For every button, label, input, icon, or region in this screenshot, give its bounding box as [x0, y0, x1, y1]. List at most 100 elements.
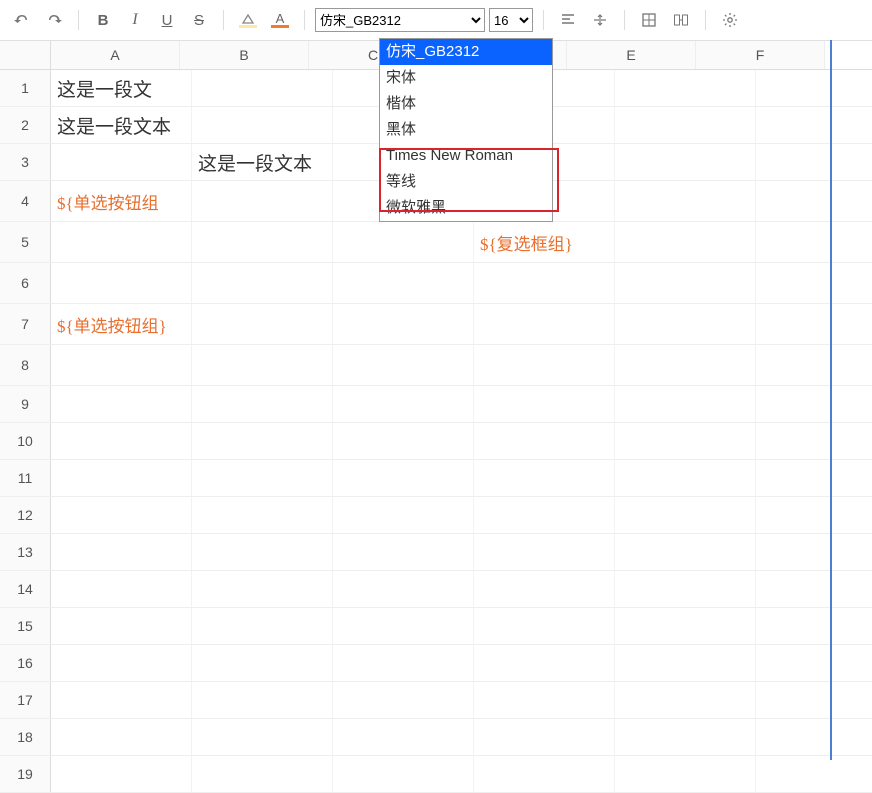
undo-button[interactable] — [8, 6, 36, 34]
column-header-A[interactable]: A — [51, 41, 180, 69]
cell-B13[interactable] — [192, 534, 333, 570]
cell-D11[interactable] — [474, 460, 615, 496]
cell-F13[interactable] — [756, 534, 872, 570]
row-header-17[interactable]: 17 — [0, 682, 51, 718]
cell-E17[interactable] — [615, 682, 756, 718]
cell-A4[interactable]: ${单选按钮组 — [51, 181, 192, 221]
row-header-1[interactable]: 1 — [0, 70, 51, 106]
cell-A13[interactable] — [51, 534, 192, 570]
align-vertical-button[interactable] — [586, 6, 614, 34]
row-header-10[interactable]: 10 — [0, 423, 51, 459]
cell-D7[interactable] — [474, 304, 615, 344]
cell-E7[interactable] — [615, 304, 756, 344]
align-left-button[interactable] — [554, 6, 582, 34]
cell-E11[interactable] — [615, 460, 756, 496]
cell-C17[interactable] — [333, 682, 474, 718]
cell-B3[interactable]: 这是一段文本 — [192, 144, 333, 180]
cell-D10[interactable] — [474, 423, 615, 459]
cell-F7[interactable] — [756, 304, 872, 344]
font-color-button[interactable]: A — [266, 6, 294, 34]
cell-C16[interactable] — [333, 645, 474, 681]
cell-F1[interactable] — [756, 70, 872, 106]
row-header-5[interactable]: 5 — [0, 222, 51, 262]
cell-C10[interactable] — [333, 423, 474, 459]
cell-B4[interactable] — [192, 181, 333, 221]
cell-F17[interactable] — [756, 682, 872, 718]
cell-B19[interactable] — [192, 756, 333, 792]
cell-F9[interactable] — [756, 386, 872, 422]
cell-E6[interactable] — [615, 263, 756, 303]
cell-B7[interactable] — [192, 304, 333, 344]
cell-A8[interactable] — [51, 345, 192, 385]
cell-D12[interactable] — [474, 497, 615, 533]
cell-D13[interactable] — [474, 534, 615, 570]
cell-A12[interactable] — [51, 497, 192, 533]
font-size-select[interactable]: 16 — [489, 8, 533, 32]
cell-F19[interactable] — [756, 756, 872, 792]
row-header-2[interactable]: 2 — [0, 107, 51, 143]
cell-A15[interactable] — [51, 608, 192, 644]
row-header-14[interactable]: 14 — [0, 571, 51, 607]
cell-B8[interactable] — [192, 345, 333, 385]
cell-C19[interactable] — [333, 756, 474, 792]
cell-E19[interactable] — [615, 756, 756, 792]
font-option[interactable]: 宋体 — [380, 65, 552, 91]
cell-D18[interactable] — [474, 719, 615, 755]
redo-button[interactable] — [40, 6, 68, 34]
cell-D17[interactable] — [474, 682, 615, 718]
cell-F2[interactable] — [756, 107, 872, 143]
cell-F16[interactable] — [756, 645, 872, 681]
cell-B14[interactable] — [192, 571, 333, 607]
column-header-B[interactable]: B — [180, 41, 309, 69]
column-header-F[interactable]: F — [696, 41, 825, 69]
merge-cells-button[interactable] — [667, 6, 695, 34]
italic-button[interactable]: I — [121, 6, 149, 34]
cell-F3[interactable] — [756, 144, 872, 180]
cell-E2[interactable] — [615, 107, 756, 143]
cell-D6[interactable] — [474, 263, 615, 303]
bold-button[interactable]: B — [89, 6, 117, 34]
cell-B15[interactable] — [192, 608, 333, 644]
row-header-12[interactable]: 12 — [0, 497, 51, 533]
cell-C18[interactable] — [333, 719, 474, 755]
cell-F18[interactable] — [756, 719, 872, 755]
cell-C6[interactable] — [333, 263, 474, 303]
cell-D16[interactable] — [474, 645, 615, 681]
cell-F15[interactable] — [756, 608, 872, 644]
font-option[interactable]: 楷体 — [380, 91, 552, 117]
cell-E5[interactable] — [615, 222, 756, 262]
cell-D8[interactable] — [474, 345, 615, 385]
cell-A3[interactable] — [51, 144, 192, 180]
cell-C12[interactable] — [333, 497, 474, 533]
row-header-8[interactable]: 8 — [0, 345, 51, 385]
cell-E1[interactable] — [615, 70, 756, 106]
cell-B12[interactable] — [192, 497, 333, 533]
row-header-3[interactable]: 3 — [0, 144, 51, 180]
cell-A9[interactable] — [51, 386, 192, 422]
fill-color-button[interactable] — [234, 6, 262, 34]
cell-A7[interactable]: ${单选按钮组} — [51, 304, 192, 344]
row-header-4[interactable]: 4 — [0, 181, 51, 221]
cell-B6[interactable] — [192, 263, 333, 303]
cell-E10[interactable] — [615, 423, 756, 459]
row-header-13[interactable]: 13 — [0, 534, 51, 570]
cell-A17[interactable] — [51, 682, 192, 718]
cell-D9[interactable] — [474, 386, 615, 422]
cell-A6[interactable] — [51, 263, 192, 303]
font-option[interactable]: 仿宋_GB2312 — [380, 39, 552, 65]
font-option[interactable]: Times New Roman — [380, 143, 552, 169]
cell-A2[interactable]: 这是一段文本 — [51, 107, 192, 143]
row-header-19[interactable]: 19 — [0, 756, 51, 792]
row-header-6[interactable]: 6 — [0, 263, 51, 303]
row-header-15[interactable]: 15 — [0, 608, 51, 644]
cell-F4[interactable] — [756, 181, 872, 221]
row-header-7[interactable]: 7 — [0, 304, 51, 344]
strikethrough-button[interactable]: S — [185, 6, 213, 34]
cell-E9[interactable] — [615, 386, 756, 422]
cell-A10[interactable] — [51, 423, 192, 459]
cell-F10[interactable] — [756, 423, 872, 459]
underline-button[interactable]: U — [153, 6, 181, 34]
cell-A11[interactable] — [51, 460, 192, 496]
cell-F8[interactable] — [756, 345, 872, 385]
cell-C11[interactable] — [333, 460, 474, 496]
